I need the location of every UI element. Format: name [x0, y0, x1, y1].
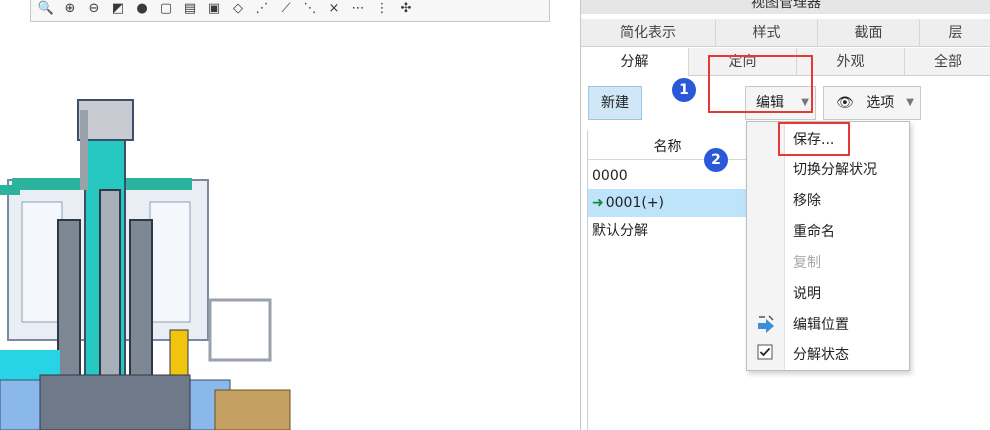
datum-display-icon[interactable]: ⋰: [253, 0, 271, 18]
camera-icon[interactable]: ▣: [205, 0, 223, 18]
panel-title: 视图管理器: [581, 0, 990, 14]
options-dropdown-button[interactable]: 👁 选项 ▼: [823, 86, 921, 120]
step-badge-2: 2: [704, 148, 728, 172]
menu-item-copy: 复制: [793, 255, 821, 271]
tab-row-top: 简化表示 样式 截面 层: [581, 19, 990, 47]
tab-sections[interactable]: 截面: [818, 19, 920, 47]
zoom-in-icon[interactable]: ⊕: [61, 0, 79, 18]
step-badge-1: 1: [672, 78, 696, 102]
eye-icon: 👁: [836, 95, 854, 111]
tab-simplified-rep[interactable]: 简化表示: [581, 19, 716, 47]
menu-item-toggle-explode[interactable]: 切换分解状况: [785, 155, 909, 185]
list-item-label: 0001(+): [605, 195, 665, 211]
options-button-label: 选项: [866, 95, 895, 111]
menu-item-rename[interactable]: 重命名: [785, 217, 909, 247]
menu-item-explode-state[interactable]: 分解状态: [785, 340, 909, 370]
list-item[interactable]: 默认分解: [588, 217, 748, 245]
saved-orientations-icon[interactable]: ▢: [157, 0, 175, 18]
edit-menu: 保存... 切换分解状况 移除 重命名 复制 说明 编辑位置 分解状态: [746, 121, 910, 371]
tab-layers[interactable]: 层: [920, 19, 990, 47]
edit-position-icon: [758, 315, 774, 333]
repaint-icon[interactable]: ◩: [109, 0, 127, 18]
chevron-down-icon: ▼: [906, 97, 914, 108]
tab-all[interactable]: 全部: [905, 48, 990, 76]
menu-item-edit-position[interactable]: 编辑位置: [785, 310, 909, 340]
zoom-fit-icon[interactable]: 🔍: [37, 0, 55, 18]
active-arrow-icon: ➜: [592, 195, 604, 211]
new-button[interactable]: 新建: [588, 86, 642, 120]
csys-display-icon[interactable]: ×: [325, 0, 343, 18]
display-style-icon[interactable]: ●: [133, 0, 151, 18]
list-item-active[interactable]: ➜ 0001(+): [588, 189, 748, 217]
tab-explode[interactable]: 分解: [581, 48, 689, 76]
checkbox-checked-icon[interactable]: [757, 344, 773, 360]
spin-center-icon[interactable]: ✣: [397, 0, 415, 18]
menu-item-description[interactable]: 说明: [785, 279, 909, 309]
tab-appearance[interactable]: 外观: [797, 48, 905, 76]
zoom-out-icon[interactable]: ⊖: [85, 0, 103, 18]
annotation-highlight-save: [778, 122, 850, 156]
excavator-model-image: [0, 99, 291, 430]
menu-item-remove[interactable]: 移除: [785, 186, 909, 216]
axis-display-icon[interactable]: ⟋: [277, 0, 295, 18]
plane-display-icon[interactable]: ⋯: [349, 0, 367, 18]
section-icon[interactable]: ◇: [229, 0, 247, 18]
view-toolbar: 🔍 ⊕ ⊖ ◩ ● ▢ ▤ ▣ ◇ ⋰ ⟋ ⋱ × ⋯ ⋮ ✣: [30, 0, 550, 22]
annotation-display-icon[interactable]: ⋮: [373, 0, 391, 18]
tab-style[interactable]: 样式: [716, 19, 818, 47]
annotation-highlight-edit: [708, 55, 813, 113]
model-viewport[interactable]: 🔍 ⊕ ⊖ ◩ ● ▢ ▤ ▣ ◇ ⋰ ⟋ ⋱ × ⋯ ⋮ ✣: [0, 0, 580, 430]
view-manager-icon[interactable]: ▤: [181, 0, 199, 18]
point-display-icon[interactable]: ⋱: [301, 0, 319, 18]
